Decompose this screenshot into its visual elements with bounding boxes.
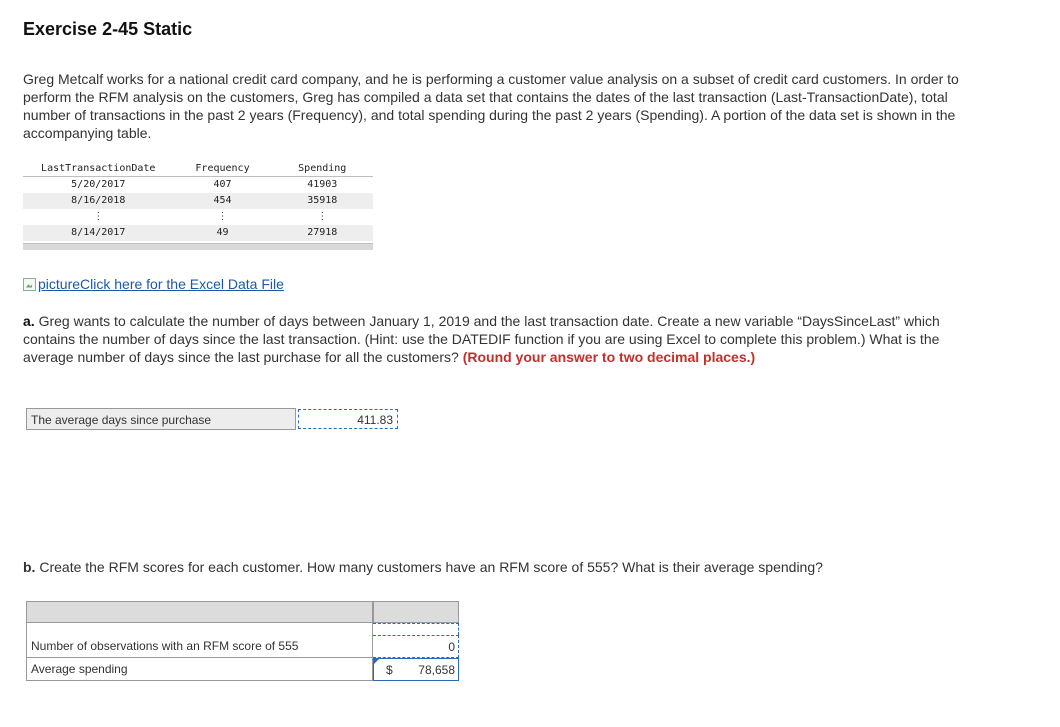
- average-spending-input[interactable]: $ 78,658: [373, 658, 459, 681]
- question-a-label: a.: [23, 313, 35, 329]
- table-cell: ⋮: [317, 211, 328, 222]
- question-a: a. Greg wants to calculate the number of…: [23, 312, 968, 366]
- answer-b-header-cell: [26, 601, 373, 623]
- table-cell: ⋮: [217, 211, 228, 222]
- picture-alt-text: picture: [38, 276, 81, 292]
- average-spending-value: 78,658: [418, 662, 455, 677]
- table-cell: 49: [173, 225, 272, 241]
- answer-b-row-average-spending: Average spending $ 78,658: [26, 658, 459, 681]
- table-row: 8/14/2017 49 27918: [23, 225, 373, 241]
- answer-b-header-cell: [373, 601, 459, 623]
- question-b-label: b.: [23, 559, 36, 575]
- table-cell: 407: [213, 179, 232, 190]
- answer-b-table: Number of observations with an RFM score…: [26, 601, 459, 681]
- answer-b-spacer-cell: [26, 623, 373, 635]
- intro-paragraph: Greg Metcalf works for a national credit…: [23, 71, 959, 141]
- cell-marker-icon: [374, 659, 379, 664]
- table-row: 5/20/2017 407 41903: [23, 177, 373, 194]
- table-cell: 5/20/2017: [71, 179, 126, 190]
- table-cell: 8/14/2017: [23, 225, 174, 241]
- observations-input[interactable]: 0: [373, 635, 459, 658]
- excel-link-label: Click here for the Excel Data File: [80, 276, 284, 292]
- exercise-title: Exercise 2-45 Static: [23, 19, 193, 39]
- observations-label: Number of observations with an RFM score…: [26, 635, 373, 658]
- table-cell: 8/16/2018: [23, 193, 174, 209]
- table-bottom-border: [23, 243, 373, 250]
- answer-a-label: The average days since purchase: [26, 408, 296, 430]
- column-header-frequency: Frequency: [173, 161, 272, 177]
- excel-data-file-link[interactable]: picture Click here for the Excel Data Fi…: [23, 276, 284, 292]
- column-header-last-transaction-date: LastTransactionDate: [23, 161, 174, 177]
- table-row: ⋮ ⋮ ⋮: [23, 209, 373, 225]
- table-cell: 27918: [271, 225, 373, 241]
- answer-b-spacer-cell: [373, 623, 459, 635]
- observations-value: 0: [448, 639, 455, 654]
- answer-b-row-observations: Number of observations with an RFM score…: [26, 635, 459, 658]
- table-cell: ⋮: [93, 211, 104, 222]
- answer-b-header-row: [26, 601, 459, 623]
- table-row: 8/16/2018 454 35918: [23, 193, 373, 209]
- picture-icon: [23, 277, 36, 291]
- table-cell: 35918: [271, 193, 373, 209]
- average-spending-label: Average spending: [26, 658, 373, 681]
- question-b: b. Create the RFM scores for each custom…: [23, 558, 968, 576]
- data-table: LastTransactionDate Frequency Spending 5…: [23, 161, 373, 250]
- question-a-instruction: (Round your answer to two decimal places…: [462, 349, 756, 365]
- table-cell: 41903: [307, 179, 338, 190]
- average-days-input[interactable]: 411.83: [298, 409, 398, 429]
- table-cell: 454: [173, 193, 272, 209]
- currency-symbol: $: [386, 662, 393, 677]
- answer-a-table: The average days since purchase 411.83: [26, 408, 398, 432]
- answer-b-spacer-row: [26, 623, 459, 635]
- column-header-spending: Spending: [271, 161, 373, 177]
- question-b-text: Create the RFM scores for each customer.…: [39, 559, 823, 575]
